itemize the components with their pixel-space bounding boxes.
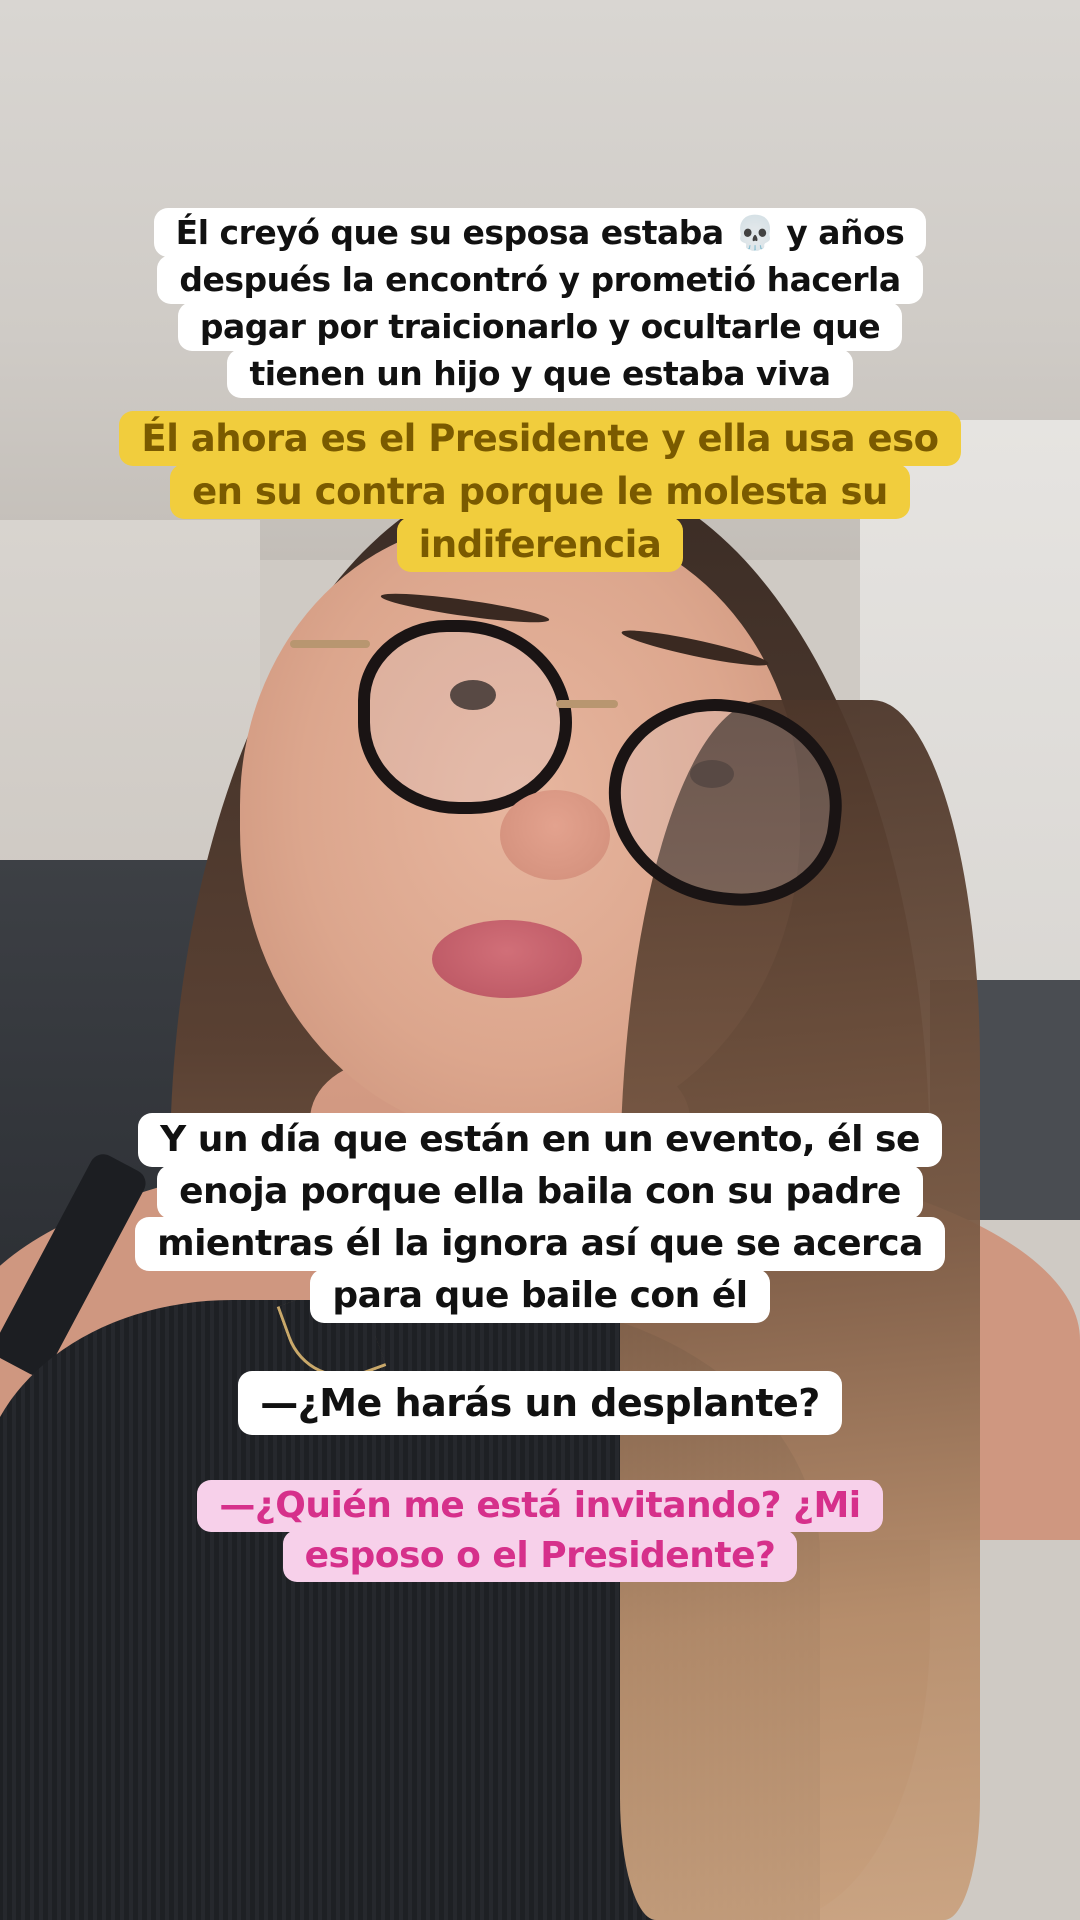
caption-intro: Él creyó que su esposa estaba 💀 y años d…	[0, 208, 1080, 398]
caption-line: —¿Quién me está invitando? ¿Mi	[197, 1480, 883, 1532]
caption-line: enoja porque ella baila con su padre	[157, 1165, 923, 1219]
caption-event: Y un día que están en un evento, él se e…	[0, 1113, 1080, 1323]
caption-line: tienen un hijo y que estaba viva	[227, 349, 853, 398]
caption-line: después la encontró y prometió hacerla	[157, 255, 923, 304]
caption-dialogue-her: —¿Quién me está invitando? ¿Mi esposo o …	[0, 1480, 1080, 1582]
caption-line: esposo o el Presidente?	[282, 1530, 798, 1582]
glasses-arm	[290, 640, 370, 648]
caption-line: —¿Me harás un desplante?	[238, 1371, 842, 1435]
caption-line: Él creyó que su esposa estaba 💀 y años	[153, 208, 927, 257]
video-frame: Él creyó que su esposa estaba 💀 y años d…	[0, 0, 1080, 1920]
caption-line: Él ahora es el Presidente y ella usa eso	[119, 411, 961, 466]
caption-line: mientras él la ignora así que se acerca	[135, 1217, 945, 1271]
caption-line: para que baile con él	[310, 1269, 770, 1323]
caption-line: Y un día que están en un evento, él se	[138, 1113, 942, 1167]
glasses-bridge	[556, 700, 618, 708]
nose	[500, 790, 610, 880]
caption-line: indiferencia	[396, 517, 684, 572]
caption-line: en su contra porque le molesta su	[170, 464, 910, 519]
caption-dialogue-him: —¿Me harás un desplante?	[0, 1371, 1080, 1435]
lips	[432, 920, 582, 998]
caption-highlight: Él ahora es el Presidente y ella usa eso…	[0, 411, 1080, 572]
caption-line: pagar por traicionarlo y ocultarle que	[177, 302, 903, 351]
